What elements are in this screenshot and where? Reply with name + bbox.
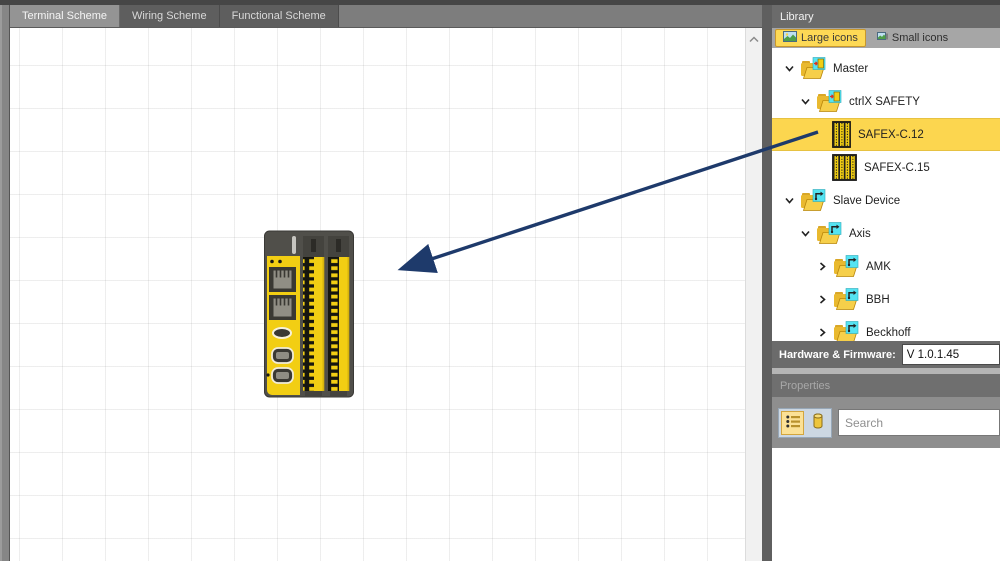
small-icons-icon: [877, 31, 888, 45]
tab-terminal-scheme[interactable]: Terminal Scheme: [10, 5, 120, 27]
large-icons-label: Large icons: [801, 32, 858, 44]
chevron-spacer: [815, 161, 829, 175]
tree-item-label: AMK: [866, 261, 891, 273]
small-icons-label: Small icons: [892, 32, 948, 44]
chevron-right-icon[interactable]: [815, 326, 829, 340]
chevron-down-icon[interactable]: [782, 62, 796, 76]
properties-view-button-group: [778, 408, 832, 438]
tree-item-label: Slave Device: [833, 195, 900, 207]
library-header: Library: [772, 5, 1000, 28]
tree-item-label: Axis: [849, 228, 871, 240]
tree-item-label: BBH: [866, 294, 890, 306]
scroll-up-icon[interactable]: [749, 34, 759, 46]
panel-divider[interactable]: [762, 5, 772, 561]
details-view-button[interactable]: [781, 411, 804, 435]
app-window: Terminal Scheme Wiring Scheme Functional…: [0, 0, 1000, 561]
properties-search-input[interactable]: [838, 409, 1000, 436]
tree-item-safex-c12[interactable]: SAFEX-C.12: [772, 118, 1000, 151]
safex-c15-device-icon: [832, 154, 857, 181]
component-view-button[interactable]: [806, 411, 829, 435]
tree-item-ctrlx-safety[interactable]: ctrlX SAFETY: [772, 85, 1000, 118]
folder-master-icon: [799, 57, 826, 80]
tab-label: Wiring Scheme: [132, 10, 207, 22]
tab-functional-scheme[interactable]: Functional Scheme: [220, 5, 339, 27]
properties-title: Properties: [780, 380, 830, 392]
scheme-tabbar: Terminal Scheme Wiring Scheme Functional…: [10, 5, 762, 28]
properties-toolbar: [772, 397, 1000, 448]
safex-c12-device-icon: [832, 121, 851, 148]
folder-axis-icon: [832, 321, 859, 341]
left-panel-edge[interactable]: [0, 5, 10, 561]
tree-item-beckhoff[interactable]: Beckhoff: [772, 316, 1000, 341]
folder-axis-icon: [799, 189, 826, 212]
tab-label: Terminal Scheme: [22, 10, 107, 22]
chevron-down-icon[interactable]: [798, 95, 812, 109]
hardware-firmware-label: Hardware & Firmware:: [779, 349, 896, 361]
details-view-icon: [785, 414, 801, 432]
safex-c12-device-graphic[interactable]: [263, 229, 355, 399]
library-panel: Library Large icons Small icons: [772, 5, 1000, 561]
tree-item-safex-c15[interactable]: SAFEX-C.15: [772, 151, 1000, 184]
tree-item-label: SAFEX-C.15: [864, 162, 930, 174]
folder-master-icon: [815, 90, 842, 113]
hardware-firmware-input[interactable]: [902, 344, 1000, 365]
chevron-down-icon[interactable]: [782, 194, 796, 208]
chevron-down-icon[interactable]: [798, 227, 812, 241]
component-icon: [812, 413, 824, 432]
tree-item-master[interactable]: Master: [772, 52, 1000, 85]
tree-item-amk[interactable]: AMK: [772, 250, 1000, 283]
library-title: Library: [780, 11, 814, 23]
chevron-right-icon[interactable]: [815, 260, 829, 274]
hardware-firmware-bar: Hardware & Firmware:: [772, 341, 1000, 368]
icon-size-toggle-bar: Large icons Small icons: [772, 28, 1000, 48]
folder-axis-icon: [832, 255, 859, 278]
tree-item-label: Master: [833, 63, 868, 75]
tree-item-slave-device[interactable]: Slave Device: [772, 184, 1000, 217]
tree-item-axis[interactable]: Axis: [772, 217, 1000, 250]
chevron-right-icon[interactable]: [815, 293, 829, 307]
tree-item-label: SAFEX-C.12: [858, 129, 924, 141]
properties-header: Properties: [772, 374, 1000, 397]
large-icons-button[interactable]: Large icons: [775, 29, 866, 47]
terminal-scheme-canvas[interactable]: [10, 28, 745, 561]
tree-item-label: Beckhoff: [866, 327, 911, 339]
small-icons-button[interactable]: Small icons: [870, 29, 955, 47]
tree-item-label: ctrlX SAFETY: [849, 96, 920, 108]
library-tree: Master ctrlX SAFETY SAFEX-C.12: [772, 48, 1000, 341]
properties-body: [772, 448, 1000, 561]
chevron-spacer: [815, 128, 829, 142]
tab-wiring-scheme[interactable]: Wiring Scheme: [120, 5, 220, 27]
canvas-vertical-scrollbar[interactable]: [745, 28, 762, 561]
tree-item-bbh[interactable]: BBH: [772, 283, 1000, 316]
folder-axis-icon: [832, 288, 859, 311]
folder-axis-icon: [815, 222, 842, 245]
tab-label: Functional Scheme: [232, 10, 326, 22]
large-icons-icon: [783, 31, 797, 45]
